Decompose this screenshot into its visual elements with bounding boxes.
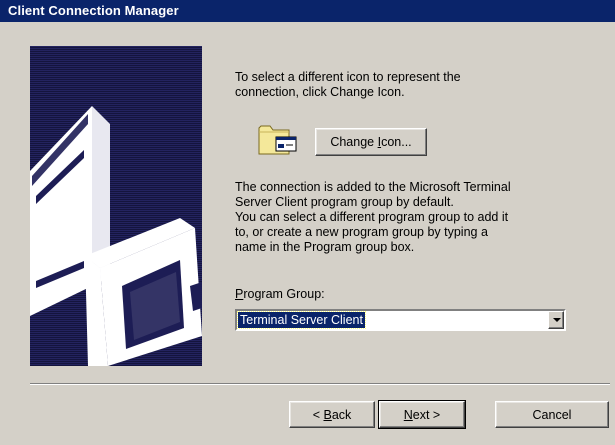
cancel-button[interactable]: Cancel (495, 401, 609, 428)
program-group-combobox[interactable]: Terminal Server Client (235, 309, 566, 331)
chevron-down-icon (553, 318, 561, 322)
program-group-value[interactable]: Terminal Server Client (237, 311, 366, 329)
program-group-dropdown-button[interactable] (548, 311, 564, 329)
description-line-5: name in the Program group box. (235, 240, 415, 254)
description-line-3: You can select a different program group… (235, 210, 509, 224)
description-line-4: to, or create a new program group by typ… (235, 225, 488, 239)
title-bar[interactable]: Client Connection Manager (0, 0, 615, 22)
intro-text-line-1: To select a different icon to represent … (235, 70, 461, 84)
button-divider (30, 383, 610, 385)
description-line-2: Server Client program group by default. (235, 195, 454, 209)
program-group-label: Program Group: (235, 287, 325, 301)
back-button[interactable]: < Back (289, 401, 375, 428)
description-line-1: The connection is added to the Microsoft… (235, 180, 511, 194)
wizard-illustration (30, 46, 202, 366)
window-title: Client Connection Manager (8, 3, 179, 18)
next-button[interactable]: Next > (378, 400, 466, 429)
program-folder-icon (258, 125, 297, 155)
change-icon-button[interactable]: Change Icon... (315, 128, 427, 156)
computer-server-illustration (30, 106, 202, 366)
intro-text-line-2: connection, click Change Icon. (235, 85, 405, 99)
